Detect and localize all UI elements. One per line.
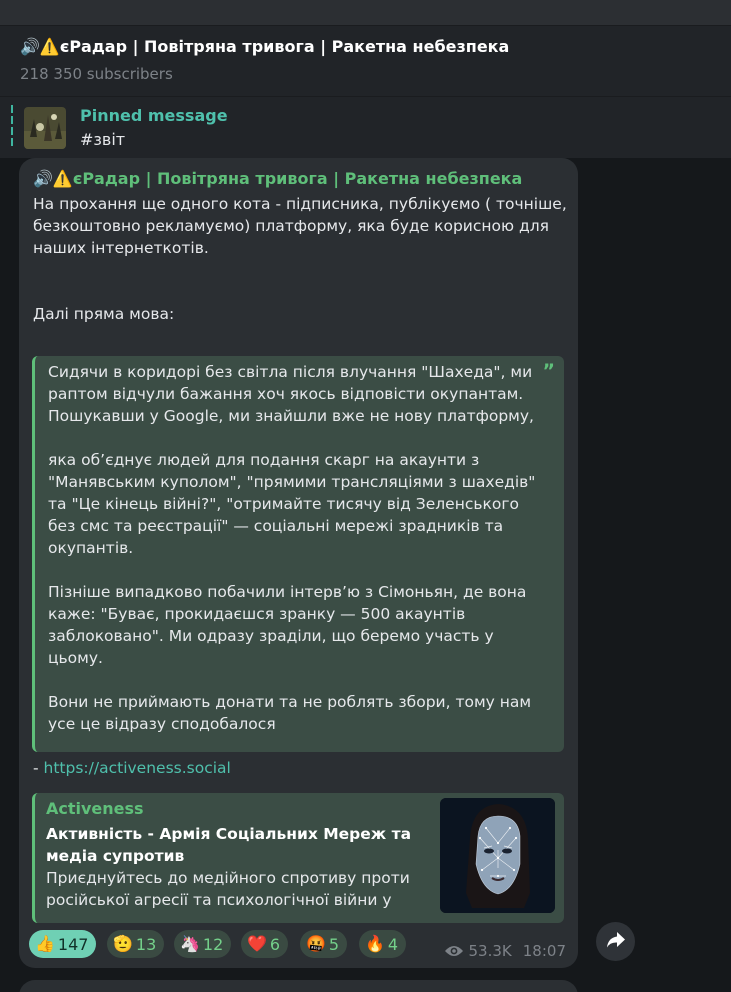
message-channel-name[interactable]: 🔊⚠️єРадар | Повітряна тривога | Ракетна …	[33, 169, 522, 188]
heart-icon: ❤️	[247, 934, 267, 953]
eye-icon	[444, 944, 464, 958]
pinned-indicator	[11, 105, 13, 149]
preview-title: Активність - Армія Соціальних Мереж та м…	[46, 825, 412, 865]
unicorn-icon: 🦄	[180, 934, 200, 953]
reaction-count: 12	[202, 934, 224, 954]
view-count: 53.3K	[468, 942, 512, 960]
reaction-thumbs-up[interactable]: 👍 147	[29, 930, 97, 958]
message-intro: На прохання ще одного кота - підписника,…	[33, 195, 567, 257]
message-meta: 53.3K 18:07	[444, 942, 566, 960]
reaction-count: 4	[387, 934, 399, 954]
reaction-count: 13	[135, 934, 157, 954]
pinned-message-bar[interactable]: Pinned message #звіт	[0, 96, 731, 158]
preview-image[interactable]	[440, 798, 555, 913]
reaction-salute[interactable]: 🫡 13	[107, 930, 165, 958]
preview-description: Приєднуйтесь до медійного спротиву проти…	[46, 869, 410, 909]
message-bubble[interactable]: 🔊⚠️єРадар | Повітряна тривога | Ракетна …	[19, 158, 578, 968]
channel-title[interactable]: 🔊⚠️єРадар | Повітряна тривога | Ракетна …	[20, 37, 509, 56]
channel-header[interactable]: 🔊⚠️єРадар | Повітряна тривога | Ракетна …	[0, 25, 731, 96]
salute-icon: 🫡	[113, 934, 133, 953]
thumbs-up-icon: 👍	[35, 934, 55, 953]
link-line: - https://activeness.social	[33, 759, 231, 777]
quote-paragraph: Пізніше випадково побачили інтерв’ю з Сі…	[48, 583, 527, 667]
reaction-count: 147	[57, 934, 89, 954]
pinned-label: Pinned message	[80, 106, 228, 125]
link-preview[interactable]: Activeness Активність - Армія Соціальних…	[32, 793, 564, 923]
reaction-count: 5	[328, 934, 340, 954]
next-message-bubble	[19, 980, 578, 992]
window-top-strip	[0, 0, 731, 25]
chat-area: 🔊⚠️єРадар | Повітряна тривога | Ракетна …	[0, 158, 731, 992]
quote-icon: ”	[542, 360, 556, 382]
pinned-thumbnail	[24, 107, 66, 149]
reaction-heart[interactable]: ❤️ 6	[241, 930, 289, 958]
reaction-fire[interactable]: 🔥 4	[359, 930, 407, 958]
angry-face-icon: 🤬	[306, 934, 326, 953]
reaction-angry[interactable]: 🤬 5	[300, 930, 348, 958]
pinned-text: #звіт	[80, 130, 126, 149]
message-direct-speech: Далі пряма мова:	[33, 305, 175, 323]
quote-paragraph: Вони не приймають донати та не роблять з…	[48, 693, 532, 733]
share-icon	[606, 931, 626, 953]
message-time: 18:07	[522, 942, 566, 960]
fire-icon: 🔥	[365, 934, 385, 953]
share-button[interactable]	[596, 922, 635, 961]
quote-paragraph: яка об’єднує людей для подання скарг на …	[48, 451, 536, 557]
activeness-link[interactable]: https://activeness.social	[44, 759, 231, 777]
preview-site-name: Activeness	[46, 799, 144, 818]
reaction-unicorn[interactable]: 🦄 12	[174, 930, 232, 958]
subscriber-count: 218 350 subscribers	[20, 65, 173, 83]
message-body: На прохання ще одного кота - підписника,…	[33, 193, 568, 325]
link-prefix: -	[33, 759, 44, 777]
reaction-count: 6	[269, 934, 281, 954]
quote-paragraph: Сидячи в коридорі без світла після влуча…	[48, 363, 534, 425]
blockquote: Сидячи в коридорі без світла після влуча…	[32, 356, 564, 752]
